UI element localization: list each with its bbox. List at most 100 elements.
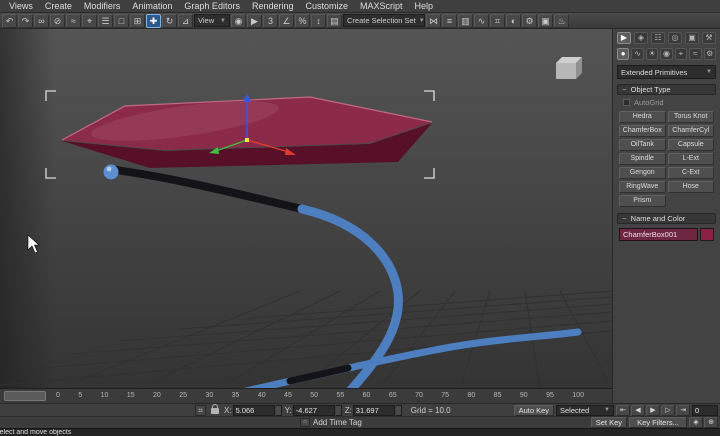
menu-item[interactable]: Animation (126, 0, 178, 12)
absolute-mode-icon[interactable]: ⌗ (195, 405, 206, 416)
track-bar[interactable]: 0510152025303540455055606570758085909510… (0, 388, 612, 403)
create-tab[interactable]: ▶ (617, 32, 631, 44)
select-and-rotate-icon[interactable]: ↻ (162, 14, 177, 28)
menu-item[interactable]: Help (409, 0, 440, 12)
redo-icon[interactable]: ↷ (18, 14, 33, 28)
previous-frame-button[interactable]: ◀ (631, 405, 645, 416)
y-spinner[interactable] (336, 405, 342, 416)
schematic-view-icon[interactable]: ⌗ (490, 14, 505, 28)
x-coordinate-field[interactable]: 5.066 (233, 405, 275, 416)
object-type-button[interactable]: RingWave (619, 181, 666, 193)
primitive-type-dropdown[interactable]: Extended Primitives▼ (617, 65, 716, 79)
object-type-button[interactable]: Prism (619, 195, 666, 207)
object-type-button[interactable]: Capsule (668, 139, 715, 151)
select-object-icon[interactable]: ⌖ (82, 14, 97, 28)
auto-key-button[interactable]: Auto Key (514, 405, 554, 416)
hierarchy-tab[interactable]: ☷ (651, 32, 665, 44)
motion-tab[interactable]: ◎ (668, 32, 682, 44)
go-to-start-button[interactable]: ⇤ (616, 405, 630, 416)
object-type-button[interactable]: OilTank (619, 139, 666, 151)
helpers-category-icon[interactable]: ⌖ (675, 48, 687, 60)
object-type-button[interactable]: ChamferBox (619, 125, 666, 137)
edit-named-selection-sets-icon[interactable]: ▤ (327, 14, 342, 28)
select-and-link-icon[interactable]: ∞ (34, 14, 49, 28)
snap-toggle-3d-icon[interactable]: 3 (263, 14, 278, 28)
key-mode-toggle-button[interactable]: ◈ (689, 417, 703, 428)
key-filters-button[interactable]: Key Filters... (629, 417, 687, 428)
object-type-button[interactable]: L-Ext (668, 153, 715, 165)
menu-item[interactable]: Rendering (246, 0, 300, 12)
spinner-snap-icon[interactable]: ↕ (311, 14, 326, 28)
object-type-button[interactable]: Spindle (619, 153, 666, 165)
percent-snap-icon[interactable]: % (295, 14, 310, 28)
key-selection-dropdown[interactable]: Selected▼ (556, 405, 614, 416)
menu-item[interactable]: Modifiers (78, 0, 127, 12)
object-type-button[interactable]: ChamferCyl (668, 125, 715, 137)
use-pivot-center-icon[interactable]: ◉ (231, 14, 246, 28)
autogrid-checkbox[interactable] (623, 99, 630, 106)
systems-category-icon[interactable]: ⚙ (704, 48, 716, 60)
curve-editor-icon[interactable]: ∿ (474, 14, 489, 28)
align-icon[interactable]: ≡ (442, 14, 457, 28)
material-editor-icon[interactable]: ◐ (506, 14, 521, 28)
window-crossing-icon[interactable]: ⊞ (130, 14, 145, 28)
object-type-button[interactable]: Hose (668, 181, 715, 193)
utilities-tab[interactable]: ⚒ (702, 32, 716, 44)
display-tab[interactable]: ▣ (685, 32, 699, 44)
unlink-selection-icon[interactable]: ⊘ (50, 14, 65, 28)
object-type-rollout-header[interactable]: − Object Type (617, 84, 716, 95)
bind-to-space-warp-icon[interactable]: ≈ (66, 14, 81, 28)
menu-item[interactable]: Graph Editors (178, 0, 246, 12)
object-color-swatch[interactable] (700, 228, 714, 241)
x-spinner[interactable] (276, 405, 282, 416)
select-and-manipulate-icon[interactable]: ▶ (247, 14, 262, 28)
gizmo-center[interactable] (245, 138, 249, 142)
mirror-icon[interactable]: ⋈ (426, 14, 441, 28)
timeline-tick-label: 65 (389, 389, 397, 403)
space-warps-category-icon[interactable]: ≈ (689, 48, 701, 60)
menu-item[interactable]: Create (39, 0, 78, 12)
undo-icon[interactable]: ↶ (2, 14, 17, 28)
next-frame-button[interactable]: ▷ (661, 405, 675, 416)
z-coordinate-field[interactable]: 31.697 (353, 405, 395, 416)
add-time-tag-button[interactable]: Add Time Tag (313, 418, 362, 427)
play-button[interactable]: ▶ (646, 405, 660, 416)
selection-region-icon[interactable]: □ (114, 14, 129, 28)
z-spinner[interactable] (396, 405, 402, 416)
object-type-button[interactable]: Torus Knot (668, 111, 715, 123)
lights-category-icon[interactable]: ☀ (646, 48, 658, 60)
y-coordinate-field[interactable]: -4.627 (293, 405, 335, 416)
shapes-category-icon[interactable]: ∿ (631, 48, 643, 60)
object-type-button[interactable]: Gengon (619, 167, 666, 179)
selection-lock-icon[interactable] (211, 408, 219, 414)
object-name-field[interactable]: ChamferBox001 (619, 228, 698, 241)
select-and-move-icon[interactable]: ✚ (146, 14, 161, 28)
name-and-color-rollout-header[interactable]: − Name and Color (617, 213, 716, 224)
layer-manager-icon[interactable]: ▥ (458, 14, 473, 28)
perspective-viewport[interactable] (0, 29, 612, 388)
time-configuration-button[interactable]: ⊕ (704, 417, 718, 428)
select-and-scale-icon[interactable]: ⊿ (178, 14, 193, 28)
cameras-category-icon[interactable]: ◉ (660, 48, 672, 60)
menu-item[interactable]: MAXScript (354, 0, 409, 12)
quick-render-icon[interactable]: ♨ (554, 14, 569, 28)
object-type-button[interactable]: Hedra (619, 111, 666, 123)
viewcube[interactable] (556, 57, 582, 79)
rendered-frame-icon[interactable]: ▣ (538, 14, 553, 28)
modify-tab[interactable]: ◈ (634, 32, 648, 44)
select-by-name-icon[interactable]: ☰ (98, 14, 113, 28)
reference-coordinate-dropdown[interactable]: View▼ (194, 14, 230, 27)
go-to-end-button[interactable]: ⇥ (676, 405, 690, 416)
named-selection-set-dropdown[interactable]: Create Selection Set▼ (343, 14, 425, 27)
render-setup-icon[interactable]: ⚙ (522, 14, 537, 28)
tube-end-sphere[interactable] (104, 165, 119, 180)
geometry-category-icon[interactable]: ● (617, 48, 629, 60)
angle-snap-icon[interactable]: ∠ (279, 14, 294, 28)
current-frame-field[interactable]: 0 (692, 405, 718, 416)
menu-item[interactable]: Customize (299, 0, 354, 12)
time-slider-handle[interactable] (4, 391, 46, 401)
object-type-button[interactable]: C-Ext (668, 167, 715, 179)
y-coordinate-label: Y: (285, 406, 292, 415)
menu-item[interactable]: Views (3, 0, 39, 12)
set-key-button[interactable]: Set Key (591, 417, 627, 428)
